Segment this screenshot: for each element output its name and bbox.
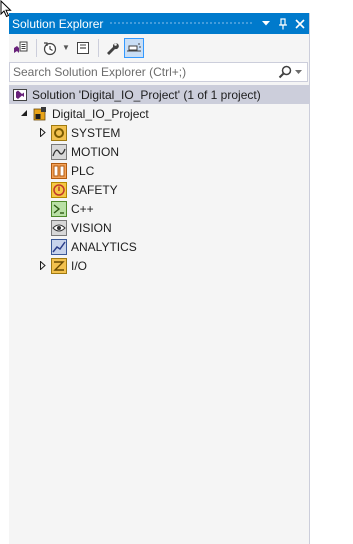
- tree-item-label: VISION: [71, 220, 112, 235]
- expanded-arrow-icon[interactable]: [16, 110, 32, 117]
- tree-item-label: SAFETY: [71, 182, 118, 197]
- preview-icon: [126, 43, 141, 51]
- clock-filter-icon: [43, 41, 57, 55]
- filter-dropdown-chevron-icon[interactable]: ▼: [62, 43, 70, 52]
- tree-item-label: PLC: [71, 163, 95, 178]
- pin-icon[interactable]: [275, 16, 291, 32]
- safety-icon: [51, 181, 67, 198]
- system-gear-icon: [51, 124, 67, 141]
- twincat-project-icon: [32, 106, 48, 122]
- collapse-all-icon: [76, 41, 89, 54]
- tree-item-solution[interactable]: Solution 'Digital_IO_Project' (1 of 1 pr…: [9, 85, 309, 104]
- motion-icon: [51, 143, 67, 160]
- preview-selected-items-button[interactable]: [123, 37, 144, 58]
- tree-item-label: MOTION: [71, 144, 119, 159]
- collapsed-arrow-icon[interactable]: [35, 261, 51, 270]
- search-options-chevron-icon[interactable]: [295, 69, 303, 75]
- tree-item-label: I/O: [71, 258, 88, 273]
- toolbar-separator: [36, 38, 37, 57]
- tree-item-motion[interactable]: MOTION: [9, 142, 309, 161]
- switch-views-icon: [14, 41, 28, 53]
- io-icon: [51, 257, 67, 274]
- tree-item-label: C++: [71, 201, 94, 216]
- analytics-icon: [51, 238, 67, 255]
- close-icon[interactable]: [292, 16, 308, 32]
- editor-area: [310, 13, 353, 544]
- collapse-all-button[interactable]: [73, 38, 93, 58]
- plc-icon: [51, 162, 67, 179]
- cpp-icon: [51, 200, 67, 217]
- panel-title: Solution Explorer: [12, 16, 104, 31]
- pending-changes-filter-button[interactable]: [40, 38, 60, 58]
- collapsed-arrow-icon[interactable]: [35, 128, 51, 137]
- tree-item-analytics[interactable]: ANALYTICS: [9, 237, 309, 256]
- tree-item-system[interactable]: SYSTEM: [9, 123, 309, 142]
- tree-item-cpp[interactable]: C++: [9, 199, 309, 218]
- titlebar-grip: [109, 21, 252, 26]
- chevron-down-icon[interactable]: [258, 16, 274, 32]
- tree-item-label: ANALYTICS: [71, 239, 137, 254]
- solution-tree: Solution 'Digital_IO_Project' (1 of 1 pr…: [9, 85, 309, 275]
- tree-item-safety[interactable]: SAFETY: [9, 180, 309, 199]
- search-input[interactable]: Search Solution Explorer (Ctrl+;): [9, 62, 308, 82]
- vision-eye-icon: [51, 219, 67, 236]
- solution-explorer-panel: Solution Explorer ▼ Search Solution Expl…: [9, 13, 310, 544]
- solution-label: Solution 'Digital_IO_Project' (1 of 1 pr…: [32, 87, 261, 102]
- left-edge: [0, 0, 9, 544]
- tree-item-project[interactable]: Digital_IO_Project: [9, 104, 309, 123]
- tree-item-io[interactable]: I/O: [9, 256, 309, 275]
- switch-views-button[interactable]: [11, 38, 31, 58]
- solution-icon: [12, 87, 28, 103]
- properties-button[interactable]: [102, 38, 122, 58]
- project-label: Digital_IO_Project: [52, 106, 149, 121]
- search-placeholder: Search Solution Explorer (Ctrl+;): [13, 65, 187, 79]
- search-icon[interactable]: [278, 65, 303, 79]
- panel-titlebar[interactable]: Solution Explorer: [9, 13, 309, 34]
- wrench-icon: [106, 42, 119, 55]
- toolbar-separator: [97, 38, 99, 57]
- tree-item-vision[interactable]: VISION: [9, 218, 309, 237]
- tree-item-plc[interactable]: PLC: [9, 161, 309, 180]
- tree-item-label: SYSTEM: [71, 125, 121, 140]
- toolbar: ▼: [9, 34, 309, 61]
